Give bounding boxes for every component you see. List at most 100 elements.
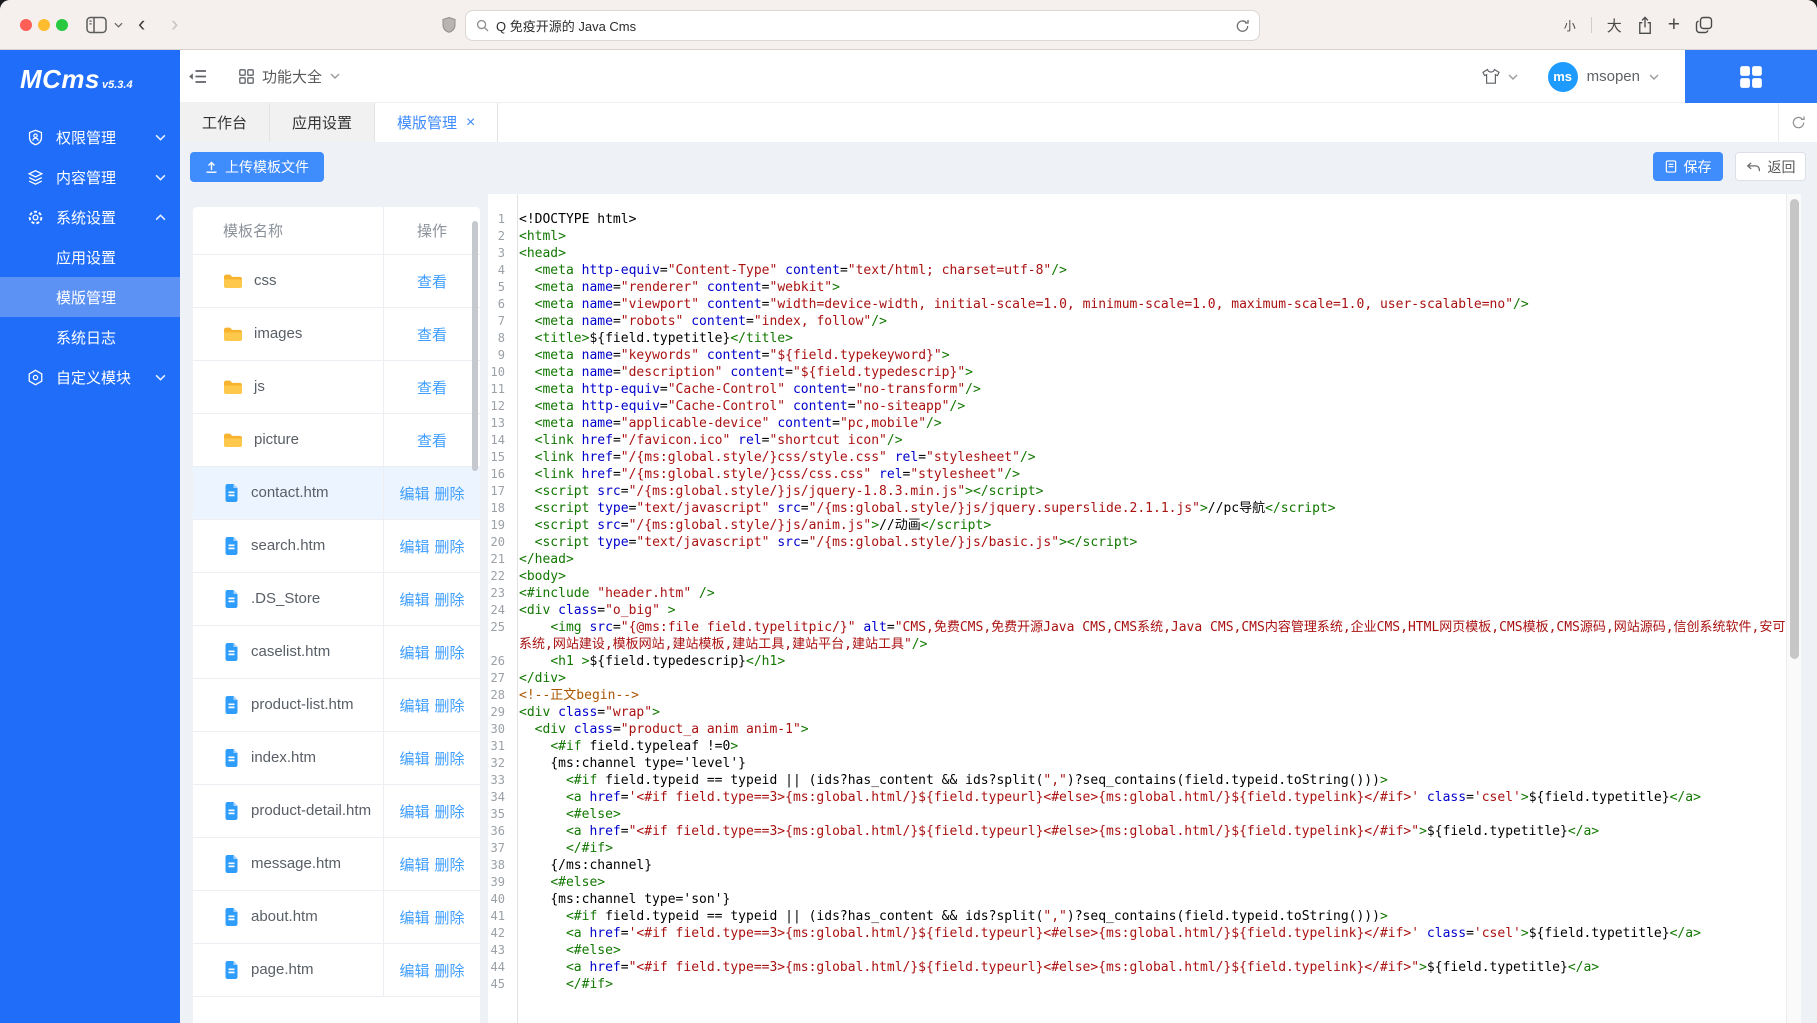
code-line[interactable]: 16 <link href="/{ms:global.style/}css/cs… xyxy=(488,466,1786,483)
file-row[interactable]: product-detail.htm编辑删除 xyxy=(193,785,480,838)
forward-button[interactable]: › xyxy=(171,11,178,37)
code-line[interactable]: 37 </#if> xyxy=(488,840,1786,857)
delete-link[interactable]: 删除 xyxy=(435,589,465,610)
edit-link[interactable]: 编辑 xyxy=(399,642,429,663)
file-row[interactable]: css查看 xyxy=(193,255,480,308)
delete-link[interactable]: 删除 xyxy=(435,642,465,663)
code-line[interactable]: 30 <div class="product_a anim anim-1"> xyxy=(488,721,1786,738)
file-row[interactable]: caselist.htm编辑删除 xyxy=(193,626,480,679)
sidebar-item-hexagon[interactable]: 自定义模块 xyxy=(0,357,180,397)
share-icon[interactable] xyxy=(1637,16,1653,35)
code-line[interactable]: 23<#include "header.htm" /> xyxy=(488,585,1786,602)
code-line[interactable]: 3<head> xyxy=(488,245,1786,262)
edit-link[interactable]: 编辑 xyxy=(399,854,429,875)
code-line[interactable]: 33 <#if field.typeid == typeid || (ids?h… xyxy=(488,772,1786,789)
edit-link[interactable]: 编辑 xyxy=(399,801,429,822)
file-row[interactable]: product-list.htm编辑删除 xyxy=(193,679,480,732)
code-line[interactable]: 41 <#if field.typeid == typeid || (ids?h… xyxy=(488,908,1786,925)
tab-2-active[interactable]: 模版管理× xyxy=(375,103,498,142)
text-larger-button[interactable]: 大 xyxy=(1607,15,1622,36)
code-line[interactable]: 15 <link href="/{ms:global.style/}css/st… xyxy=(488,449,1786,466)
apps-launcher-button[interactable] xyxy=(1685,50,1817,103)
edit-link[interactable]: 编辑 xyxy=(399,483,429,504)
user-menu[interactable]: ms msopen xyxy=(1548,62,1659,92)
file-row[interactable]: message.htm编辑删除 xyxy=(193,838,480,891)
delete-link[interactable]: 删除 xyxy=(435,854,465,875)
editor-scrollbar[interactable] xyxy=(1786,194,1801,1023)
file-row[interactable]: js查看 xyxy=(193,361,480,414)
file-row[interactable]: .DS_Store编辑删除 xyxy=(193,573,480,626)
close-tab-icon[interactable]: × xyxy=(466,116,475,130)
view-link[interactable]: 查看 xyxy=(417,271,447,292)
file-row-selected[interactable]: contact.htm编辑删除 xyxy=(193,467,480,520)
sidebar-item-gear[interactable]: 系统设置 xyxy=(0,197,180,237)
back-button-page[interactable]: 返回 xyxy=(1735,152,1806,181)
tab-0[interactable]: 工作台 xyxy=(180,103,270,142)
upload-template-button[interactable]: 上传模板文件 xyxy=(190,152,324,182)
text-smaller-button[interactable]: 小 xyxy=(1564,17,1576,34)
refresh-tab-button[interactable] xyxy=(1778,103,1817,142)
code-line[interactable]: 42 <a href='<#if field.type==3>{ms:globa… xyxy=(488,925,1786,942)
code-editor[interactable]: 1<!DOCTYPE html>2<html>3<head>4 <meta ht… xyxy=(488,194,1801,1023)
menu-feature-list[interactable]: 功能大全 xyxy=(239,66,340,87)
new-tab-button[interactable]: + xyxy=(1668,15,1680,35)
sidebar-item-auth-shield[interactable]: 权限管理 xyxy=(0,117,180,157)
traffic-light-zoom[interactable] xyxy=(56,19,68,31)
tab-1[interactable]: 应用设置 xyxy=(270,103,375,142)
code-line[interactable]: 25 <img src="{@ms:file field.typelitpic/… xyxy=(488,619,1786,653)
file-row[interactable]: about.htm编辑删除 xyxy=(193,891,480,944)
code-line[interactable]: 6 <meta name="viewport" content="width=d… xyxy=(488,296,1786,313)
code-line[interactable]: 34 <a href='<#if field.type==3>{ms:globa… xyxy=(488,789,1786,806)
tab-overview-icon[interactable] xyxy=(1695,16,1713,34)
code-line[interactable]: 7 <meta name="robots" content="index, fo… xyxy=(488,313,1786,330)
address-bar[interactable]: Q 免疫开源的 Java Cms xyxy=(465,10,1260,41)
code-line[interactable]: 13 <meta name="applicable-device" conten… xyxy=(488,415,1786,432)
traffic-light-minimize[interactable] xyxy=(38,19,50,31)
code-line[interactable]: 26 <h1 >${field.typedescrip}</h1> xyxy=(488,653,1786,670)
delete-link[interactable]: 删除 xyxy=(435,801,465,822)
code-line[interactable]: 19 <script src="/{ms:global.style/}js/an… xyxy=(488,517,1786,534)
delete-link[interactable]: 删除 xyxy=(435,907,465,928)
traffic-light-close[interactable] xyxy=(20,19,32,31)
code-line[interactable]: 29<div class="wrap"> xyxy=(488,704,1786,721)
editor-scrollbar-thumb[interactable] xyxy=(1790,199,1799,659)
edit-link[interactable]: 编辑 xyxy=(399,536,429,557)
sidebar-subitem-active[interactable]: 模版管理 xyxy=(0,277,180,317)
file-list-scrollbar[interactable] xyxy=(472,221,478,471)
shield-icon[interactable] xyxy=(442,16,456,33)
view-link[interactable]: 查看 xyxy=(417,430,447,451)
code-line[interactable]: 21</head> xyxy=(488,551,1786,568)
code-line[interactable]: 9 <meta name="keywords" content="${field… xyxy=(488,347,1786,364)
code-line[interactable]: 32 {ms:channel type='level'} xyxy=(488,755,1786,772)
file-row[interactable]: search.htm编辑删除 xyxy=(193,520,480,573)
code-line[interactable]: 14 <link href="/favicon.ico" rel="shortc… xyxy=(488,432,1786,449)
code-line[interactable]: 5 <meta name="renderer" content="webkit"… xyxy=(488,279,1786,296)
code-line[interactable]: 28<!--正文begin--> xyxy=(488,687,1786,704)
delete-link[interactable]: 删除 xyxy=(435,748,465,769)
theme-switcher-button[interactable] xyxy=(1481,68,1518,85)
reload-icon[interactable] xyxy=(1235,18,1250,39)
sidebar-item-layers[interactable]: 内容管理 xyxy=(0,157,180,197)
edit-link[interactable]: 编辑 xyxy=(399,907,429,928)
code-line[interactable]: 45 </#if> xyxy=(488,976,1786,993)
code-line[interactable]: 43 <#else> xyxy=(488,942,1786,959)
code-line[interactable]: 36 <a href="<#if field.type==3>{ms:globa… xyxy=(488,823,1786,840)
code-line[interactable]: 1<!DOCTYPE html> xyxy=(488,211,1786,228)
chevron-down-icon[interactable] xyxy=(114,22,123,28)
save-button[interactable]: 保存 xyxy=(1653,152,1723,181)
code-line[interactable]: 31 <#if field.typeleaf !=0> xyxy=(488,738,1786,755)
code-line[interactable]: 20 <script type="text/javascript" src="/… xyxy=(488,534,1786,551)
view-link[interactable]: 查看 xyxy=(417,324,447,345)
code-line[interactable]: 10 <meta name="description" content="${f… xyxy=(488,364,1786,381)
edit-link[interactable]: 编辑 xyxy=(399,748,429,769)
code-line[interactable]: 8 <title>${field.typetitle}</title> xyxy=(488,330,1786,347)
file-row[interactable]: index.htm编辑删除 xyxy=(193,732,480,785)
file-row[interactable]: page.htm编辑删除 xyxy=(193,944,480,997)
code-line[interactable]: 39 <#else> xyxy=(488,874,1786,891)
code-line[interactable]: 2<html> xyxy=(488,228,1786,245)
delete-link[interactable]: 删除 xyxy=(435,960,465,981)
edit-link[interactable]: 编辑 xyxy=(399,960,429,981)
collapse-sidebar-button[interactable] xyxy=(188,69,207,84)
view-link[interactable]: 查看 xyxy=(417,377,447,398)
edit-link[interactable]: 编辑 xyxy=(399,695,429,716)
